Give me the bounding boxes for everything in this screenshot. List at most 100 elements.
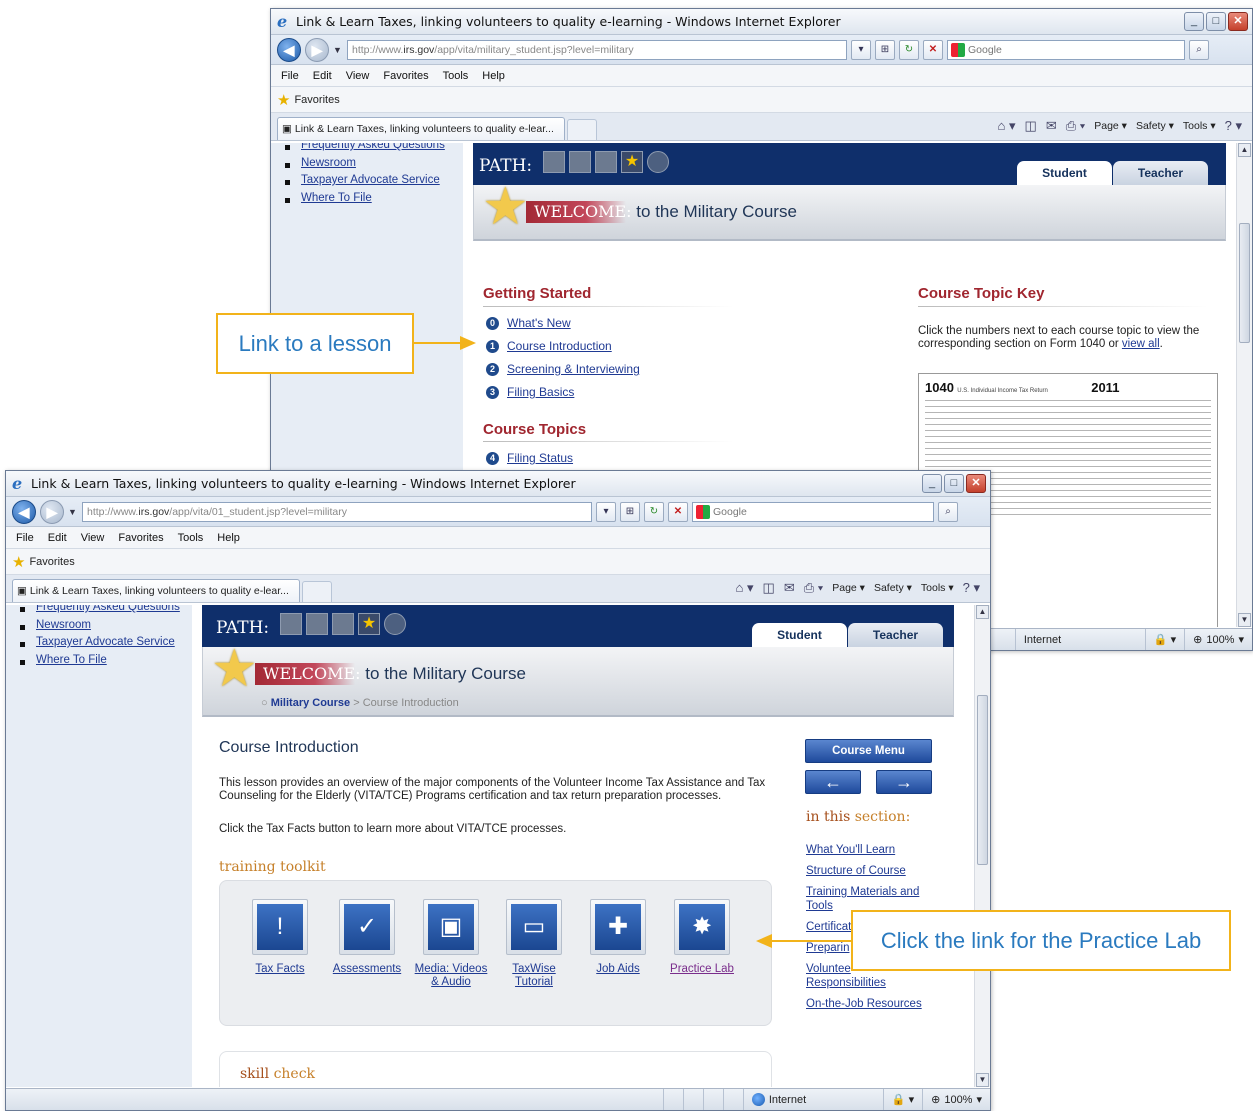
- section-link[interactable]: Structure of Course: [806, 864, 946, 878]
- path-step-icon[interactable]: [595, 151, 617, 173]
- menu-edit[interactable]: Edit: [48, 532, 67, 544]
- vertical-scrollbar[interactable]: ▲ ▼: [1236, 143, 1252, 627]
- tab-teacher[interactable]: Teacher: [1113, 161, 1208, 185]
- nav-item-taxpayer-advocate[interactable]: Taxpayer Advocate Service: [20, 636, 192, 654]
- compatibility-icon[interactable]: ⊞: [875, 39, 895, 60]
- path-star-icon[interactable]: ★: [358, 613, 380, 635]
- address-dropdown-icon[interactable]: ▾: [596, 501, 616, 522]
- path-step-icon[interactable]: [569, 151, 591, 173]
- menu-file[interactable]: File: [16, 532, 34, 544]
- home-icon[interactable]: ⌂ ▾: [736, 580, 754, 596]
- menu-view[interactable]: View: [346, 70, 370, 82]
- path-step-icon[interactable]: [332, 613, 354, 635]
- zoom-control[interactable]: ⊕ 100% ▾: [922, 1089, 990, 1110]
- favorites-star-icon[interactable]: ★: [277, 91, 290, 109]
- browser-tab[interactable]: ▣ Link & Learn Taxes, linking volunteers…: [277, 117, 565, 140]
- lesson-link[interactable]: 3 Filing Basics: [486, 385, 574, 399]
- address-bar[interactable]: http://www. irs.gov/app/vita/01_student.j…: [82, 501, 592, 522]
- menu-edit[interactable]: Edit: [313, 70, 332, 82]
- scroll-down-icon[interactable]: ▼: [1238, 613, 1251, 627]
- breadcrumb-link[interactable]: Military Course: [271, 697, 350, 709]
- nav-item-where-to-file[interactable]: Where To File: [285, 192, 463, 210]
- safety-menu[interactable]: Safety ▾: [874, 582, 912, 594]
- new-tab-button[interactable]: [567, 119, 597, 140]
- refresh-icon[interactable]: ↻: [644, 501, 664, 522]
- forward-button[interactable]: ▶: [40, 499, 64, 524]
- address-dropdown-icon[interactable]: ▾: [851, 39, 871, 60]
- section-link[interactable]: On-the-Job Resources: [806, 997, 946, 1011]
- tab-student[interactable]: Student: [1017, 161, 1112, 185]
- browser-tab[interactable]: ▣ Link & Learn Taxes, linking volunteers…: [12, 579, 300, 602]
- print-icon[interactable]: ⎙ ▾: [1066, 118, 1085, 134]
- menu-tools[interactable]: Tools: [443, 70, 469, 82]
- favorites-button[interactable]: Favorites: [29, 556, 74, 568]
- page-menu[interactable]: Page ▾: [832, 582, 865, 594]
- path-step-icon[interactable]: [280, 613, 302, 635]
- history-dropdown-icon[interactable]: ▼: [333, 45, 343, 55]
- path-globe-icon[interactable]: [384, 613, 406, 635]
- scroll-thumb[interactable]: [1239, 223, 1250, 343]
- course-menu-button[interactable]: Course Menu: [805, 739, 932, 763]
- close-button[interactable]: ✕: [966, 474, 986, 493]
- scroll-up-icon[interactable]: ▲: [1238, 143, 1251, 157]
- maximize-button[interactable]: □: [944, 474, 964, 493]
- tool-assessments[interactable]: ✓ Assessments: [328, 899, 406, 976]
- tool-job-aids[interactable]: ✚ Job Aids: [582, 899, 654, 976]
- search-input[interactable]: Google: [947, 39, 1185, 60]
- menu-favorites[interactable]: Favorites: [383, 70, 428, 82]
- menu-tools[interactable]: Tools: [178, 532, 204, 544]
- path-globe-icon[interactable]: [647, 151, 669, 173]
- next-page-button[interactable]: →: [876, 770, 932, 794]
- lesson-link[interactable]: 1 Course Introduction: [486, 339, 612, 353]
- view-all-link[interactable]: view all: [1122, 338, 1160, 350]
- maximize-button[interactable]: □: [1206, 12, 1226, 31]
- page-menu[interactable]: Page ▾: [1094, 120, 1127, 132]
- compatibility-icon[interactable]: ⊞: [620, 501, 640, 522]
- protected-mode-icon[interactable]: 🔒 ▾: [1144, 629, 1184, 650]
- help-icon[interactable]: ? ▾: [1225, 118, 1242, 134]
- path-step-icon[interactable]: [543, 151, 565, 173]
- path-step-icon[interactable]: [306, 613, 328, 635]
- topic-link[interactable]: 4 Filing Status: [486, 451, 573, 465]
- favorites-star-icon[interactable]: ★: [12, 553, 25, 571]
- tools-menu[interactable]: Tools ▾: [1183, 120, 1216, 132]
- menu-file[interactable]: File: [281, 70, 299, 82]
- lesson-link[interactable]: 0 What's New: [486, 316, 571, 330]
- section-link[interactable]: Responsibilities: [806, 976, 946, 990]
- back-button[interactable]: ◀: [12, 499, 36, 524]
- tab-student[interactable]: Student: [752, 623, 847, 647]
- search-input[interactable]: Google: [692, 501, 934, 522]
- mail-icon[interactable]: ✉: [1046, 118, 1057, 134]
- safety-menu[interactable]: Safety ▾: [1136, 120, 1174, 132]
- tab-teacher[interactable]: Teacher: [848, 623, 943, 647]
- scroll-thumb[interactable]: [977, 695, 988, 865]
- tool-tax-facts[interactable]: ! Tax Facts: [246, 899, 314, 976]
- back-button[interactable]: ◀: [277, 37, 301, 62]
- home-icon[interactable]: ⌂ ▾: [998, 118, 1016, 134]
- feeds-icon[interactable]: ◫: [1025, 118, 1037, 134]
- print-icon[interactable]: ⎙ ▾: [804, 580, 823, 596]
- nav-item-newsroom[interactable]: Newsroom: [20, 619, 192, 637]
- refresh-icon[interactable]: ↻: [899, 39, 919, 60]
- lesson-link[interactable]: 2 Screening & Interviewing: [486, 362, 640, 376]
- favorites-button[interactable]: Favorites: [294, 94, 339, 106]
- nav-item-faq[interactable]: Frequently Asked Questions: [20, 605, 192, 619]
- nav-item-faq[interactable]: Frequently Asked Questions: [285, 143, 463, 157]
- stop-icon[interactable]: ✕: [668, 501, 688, 522]
- menu-favorites[interactable]: Favorites: [118, 532, 163, 544]
- previous-page-button[interactable]: ←: [805, 770, 861, 794]
- vertical-scrollbar[interactable]: ▲ ▼: [974, 605, 990, 1087]
- minimize-button[interactable]: _: [1184, 12, 1204, 31]
- forward-button[interactable]: ▶: [305, 37, 329, 62]
- nav-item-where-to-file[interactable]: Where To File: [20, 654, 192, 672]
- menu-help[interactable]: Help: [482, 70, 505, 82]
- menu-view[interactable]: View: [81, 532, 105, 544]
- tool-media[interactable]: ▣ Media: Videos & Audio: [412, 899, 490, 989]
- section-link[interactable]: What You'll Learn: [806, 843, 946, 857]
- nav-item-taxpayer-advocate[interactable]: Taxpayer Advocate Service: [285, 174, 463, 192]
- tool-practice-lab[interactable]: ✸ Practice Lab: [666, 899, 738, 976]
- menu-help[interactable]: Help: [217, 532, 240, 544]
- nav-item-newsroom[interactable]: Newsroom: [285, 157, 463, 175]
- close-button[interactable]: ✕: [1228, 12, 1248, 31]
- stop-icon[interactable]: ✕: [923, 39, 943, 60]
